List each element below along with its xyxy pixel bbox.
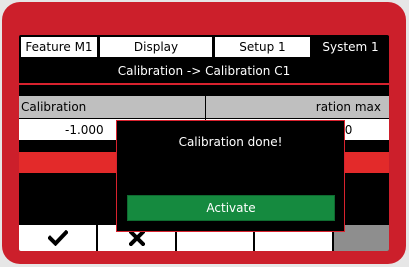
- calibration-dialog: Calibration done! Activate: [116, 120, 345, 232]
- column-header-calibration-max: ration max: [206, 96, 389, 118]
- device-frame: Feature M1 Display Setup 1 System 1 Cali…: [2, 2, 406, 264]
- activate-button[interactable]: Activate: [127, 195, 335, 221]
- tab-system[interactable]: System 1: [312, 36, 389, 58]
- screen: Feature M1 Display Setup 1 System 1 Cali…: [19, 35, 389, 251]
- breadcrumb: Calibration -> Calibration C1: [117, 64, 291, 78]
- tab-setup[interactable]: Setup 1: [214, 36, 311, 58]
- column-header-calibration: Calibration: [19, 96, 205, 118]
- tab-feature[interactable]: Feature M1: [20, 36, 98, 58]
- tab-bar: Feature M1 Display Setup 1 System 1: [19, 35, 389, 59]
- breadcrumb-divider: [19, 83, 389, 85]
- check-icon: [47, 230, 68, 246]
- x-icon: [128, 230, 145, 246]
- dialog-message: Calibration done!: [178, 135, 283, 149]
- confirm-button[interactable]: [19, 225, 98, 251]
- tab-display[interactable]: Display: [99, 36, 213, 58]
